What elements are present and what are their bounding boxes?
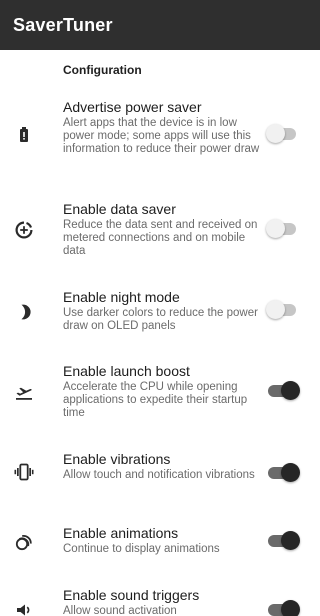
- sound-triggers-toggle[interactable]: [266, 598, 300, 616]
- setting-title: Enable animations: [63, 525, 179, 541]
- toggle-thumb: [281, 463, 300, 482]
- setting-title: Enable sound triggers: [63, 587, 200, 603]
- setting-description: Allow sound activation: [63, 605, 177, 616]
- launch-boost-toggle[interactable]: [266, 379, 300, 403]
- toggle-thumb: [281, 381, 300, 400]
- takeoff-icon: [14, 382, 34, 402]
- data-saver-toggle[interactable]: [266, 217, 298, 241]
- app-title: SaverTuner: [13, 14, 113, 35]
- toggle-thumb: [281, 600, 300, 616]
- setting-row-vibrations[interactable]: Enable vibrations Allow touch and notifi…: [0, 450, 320, 500]
- setting-row-night-mode[interactable]: Enable night mode Use darker colors to r…: [0, 288, 320, 342]
- setting-title: Enable data saver: [63, 201, 176, 217]
- setting-row-animations[interactable]: Enable animations Continue to display an…: [0, 524, 320, 562]
- setting-description: Continue to display animations: [63, 543, 220, 555]
- app-bar: SaverTuner: [0, 0, 320, 50]
- vibrations-toggle[interactable]: [266, 461, 300, 485]
- setting-description: Allow touch and notification vibrations: [63, 469, 255, 481]
- setting-title: Enable night mode: [63, 289, 180, 305]
- animations-toggle[interactable]: [266, 529, 300, 553]
- setting-title: Enable launch boost: [63, 363, 190, 379]
- section-header-configuration: Configuration: [63, 63, 142, 77]
- setting-description: Accelerate the CPU while opening applica…: [63, 381, 248, 419]
- battery-icon: [14, 125, 34, 145]
- power-saver-toggle[interactable]: [266, 122, 298, 146]
- setting-title: Advertise power saver: [63, 99, 202, 115]
- data-saver-icon: [14, 220, 34, 240]
- toggle-thumb: [266, 300, 285, 319]
- setting-description: Reduce the data sent and received on met…: [63, 219, 258, 257]
- setting-description: Alert apps that the device is in low pow…: [63, 117, 260, 155]
- speaker-icon: [14, 600, 34, 616]
- setting-title: Enable vibrations: [63, 451, 171, 467]
- toggle-thumb: [281, 531, 300, 550]
- setting-description: Use darker colors to reduce the power dr…: [63, 307, 258, 332]
- vibration-icon: [14, 462, 34, 482]
- setting-row-data-saver[interactable]: Enable data saver Reduce the data sent a…: [0, 200, 320, 266]
- toggle-thumb: [266, 219, 285, 238]
- setting-row-sound-triggers[interactable]: Enable sound triggers Allow sound activa…: [0, 586, 320, 616]
- toggle-thumb: [266, 124, 285, 143]
- animation-icon: [14, 532, 34, 552]
- moon-icon: [14, 302, 34, 322]
- night-mode-toggle[interactable]: [266, 298, 298, 322]
- setting-row-launch-boost[interactable]: Enable launch boost Accelerate the CPU w…: [0, 362, 320, 428]
- setting-row-power-saver[interactable]: Advertise power saver Alert apps that th…: [0, 98, 320, 182]
